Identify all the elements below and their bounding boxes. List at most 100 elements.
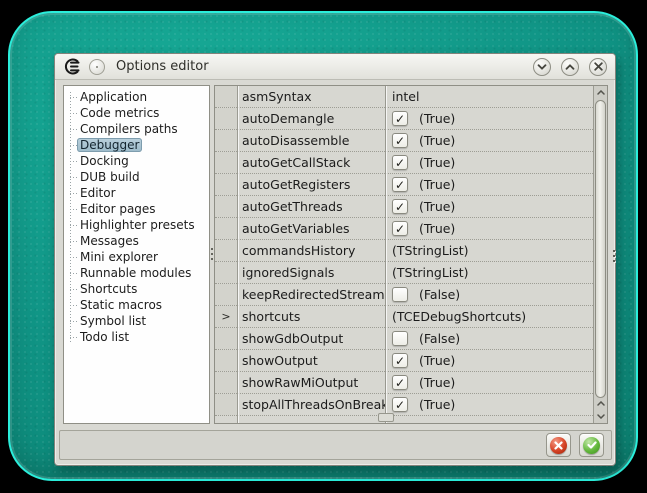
grid-row-asmSyntax[interactable]: asmSyntaxintel — [215, 86, 593, 108]
grid-row-keepRedirectedStreams[interactable]: keepRedirectedStreams(False) — [215, 284, 593, 306]
window-frame: Options editor ApplicationCode metricsCo… — [8, 11, 638, 481]
property-value: (TCEDebugShortcuts) — [385, 309, 593, 324]
gutter-separator — [237, 86, 238, 423]
property-value: ✓(True) — [385, 353, 593, 368]
tree-item-highlighter-presets[interactable]: Highlighter presets — [64, 217, 209, 233]
grid-row-autoDisassemble[interactable]: autoDisassemble✓(True) — [215, 130, 593, 152]
tree-item-editor-pages[interactable]: Editor pages — [64, 201, 209, 217]
tree-item-label: Static macros — [77, 298, 165, 312]
property-value-text: (TCEDebugShortcuts) — [392, 309, 526, 324]
tree-item-debugger[interactable]: Debugger — [64, 137, 209, 153]
property-value: intel — [385, 89, 593, 104]
tree-item-todo-list[interactable]: Todo list — [64, 329, 209, 345]
grid-row-commandsHistory[interactable]: commandsHistory(TStringList) — [215, 240, 593, 262]
unshade-button[interactable] — [561, 58, 579, 76]
accept-button[interactable] — [579, 433, 604, 457]
grid-row-autoGetVariables[interactable]: autoGetVariables✓(True) — [215, 218, 593, 240]
property-name: stopAllThreadsOnBreak — [237, 397, 385, 412]
tree-item-editor[interactable]: Editor — [64, 185, 209, 201]
window-title: Options editor — [116, 59, 209, 74]
grid-row-autoGetThreads[interactable]: autoGetThreads✓(True) — [215, 196, 593, 218]
grid-row-stopAllThreadsOnBreak[interactable]: stopAllThreadsOnBreak✓(True) — [215, 394, 593, 416]
tree-item-runnable-modules[interactable]: Runnable modules — [64, 265, 209, 281]
cancel-button[interactable] — [546, 433, 571, 457]
grid-row-ignoredSignals[interactable]: ignoredSignals(TStringList) — [215, 262, 593, 284]
checkbox-checked[interactable]: ✓ — [392, 177, 408, 192]
column-splitter[interactable] — [385, 86, 386, 423]
property-name: showGdbOutput — [237, 331, 385, 346]
tree-item-code-metrics[interactable]: Code metrics — [64, 105, 209, 121]
row-gutter — [215, 196, 237, 217]
grid-row-autoDemangle[interactable]: autoDemangle✓(True) — [215, 108, 593, 130]
tree-item-messages[interactable]: Messages — [64, 233, 209, 249]
scroll-steppers — [594, 397, 607, 423]
tree-item-label: DUB build — [77, 170, 143, 184]
tree-item-label: Messages — [77, 234, 142, 248]
column-splitter-grip[interactable] — [378, 413, 394, 422]
tree-item-static-macros[interactable]: Static macros — [64, 297, 209, 313]
checkbox-checked[interactable]: ✓ — [392, 221, 408, 236]
titlebar[interactable]: Options editor — [55, 54, 615, 80]
tree-branch-icon — [70, 177, 77, 178]
tree-branch-icon — [70, 289, 77, 290]
tree-branch-icon — [70, 145, 77, 146]
grid-row-autoGetCallStack[interactable]: autoGetCallStack✓(True) — [215, 152, 593, 174]
property-value-text: intel — [392, 89, 419, 104]
vertical-scrollbar[interactable] — [593, 86, 607, 423]
property-grid[interactable]: asmSyntaxintelautoDemangle✓(True)autoDis… — [214, 85, 608, 424]
tree-item-dub-build[interactable]: DUB build — [64, 169, 209, 185]
property-name: autoGetRegisters — [237, 177, 385, 192]
property-value: ✓(True) — [385, 199, 593, 214]
checkbox-checked[interactable]: ✓ — [392, 375, 408, 390]
grid-row-showGdbOutput[interactable]: showGdbOutput(False) — [215, 328, 593, 350]
scrollbar-thumb[interactable] — [595, 100, 606, 398]
grid-row-showOutput[interactable]: showOutput✓(True) — [215, 350, 593, 372]
tree-branch-icon — [70, 97, 77, 98]
property-value: ✓ (True) — [385, 375, 593, 390]
grid-row-autoGetRegisters[interactable]: autoGetRegisters ✓ (True) — [215, 174, 593, 196]
property-value-text: (True) — [419, 177, 455, 192]
tree-item-docking[interactable]: Docking — [64, 153, 209, 169]
window-menu-button[interactable] — [89, 59, 105, 75]
checkbox-checked[interactable]: ✓ — [392, 353, 408, 368]
property-value: ✓ (True) — [385, 155, 593, 170]
tree-item-label: Docking — [77, 154, 132, 168]
scroll-up-button[interactable] — [594, 86, 607, 99]
scroll-down-button[interactable] — [594, 410, 607, 423]
tree-item-symbol-list[interactable]: Symbol list — [64, 313, 209, 329]
checkbox-unchecked[interactable] — [392, 287, 408, 302]
tree-item-label: Todo list — [77, 330, 132, 344]
scroll-up-button-secondary[interactable] — [594, 397, 607, 410]
tree-item-application[interactable]: Application — [64, 89, 209, 105]
grid-row-showRawMiOutput[interactable]: showRawMiOutput✓(True) — [215, 372, 593, 394]
grid-row-shortcuts[interactable]: >shortcuts(TCEDebugShortcuts) — [215, 306, 593, 328]
tree-item-mini-explorer[interactable]: Mini explorer — [64, 249, 209, 265]
property-name: autoGetVariables — [237, 221, 385, 236]
panel-splitter[interactable] — [211, 248, 214, 260]
close-button[interactable] — [589, 58, 607, 76]
tree-item-shortcuts[interactable]: Shortcuts — [64, 281, 209, 297]
property-value: (False) — [385, 331, 593, 346]
footer-bar — [59, 430, 612, 460]
row-gutter — [215, 372, 237, 393]
property-value: (TStringList) — [385, 265, 593, 280]
checkbox-checked[interactable]: ✓ — [392, 133, 408, 148]
options-tree[interactable]: ApplicationCode metricsCompilers pathsDe… — [63, 85, 210, 424]
shade-button[interactable] — [533, 58, 551, 76]
tree-item-compilers-paths[interactable]: Compilers paths — [64, 121, 209, 137]
cancel-icon — [550, 437, 567, 454]
property-value-text: (True) — [419, 375, 455, 390]
property-value: ✓(True) — [385, 133, 593, 148]
checkbox-checked[interactable]: ✓ — [392, 111, 408, 126]
row-gutter — [215, 394, 237, 415]
tree-item-label: Application — [77, 90, 150, 104]
property-name: autoDisassemble — [237, 133, 385, 148]
property-name: keepRedirectedStreams — [237, 287, 385, 302]
property-value-text: (True) — [419, 155, 455, 170]
checkbox-checked[interactable]: ✓ — [392, 397, 408, 412]
resize-grip[interactable] — [613, 250, 617, 262]
checkbox-checked[interactable]: ✓ — [392, 199, 408, 214]
checkbox-checked[interactable]: ✓ — [392, 155, 408, 170]
tree-branch-icon — [70, 305, 77, 306]
checkbox-unchecked[interactable] — [392, 331, 408, 346]
